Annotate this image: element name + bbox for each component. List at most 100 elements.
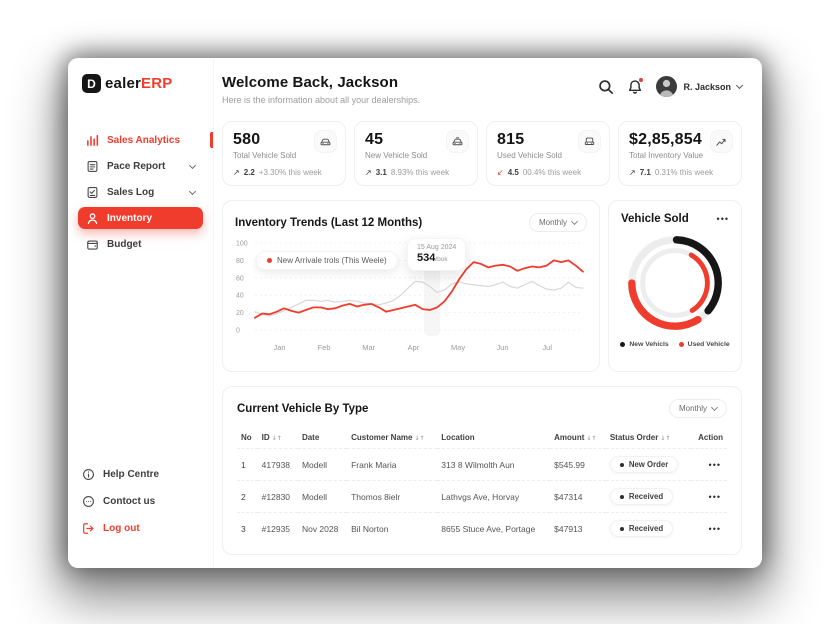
vehicle-table: NoID↓↑DateCustomer Name↓↑LocationAmount↓… <box>237 427 727 544</box>
row-actions-icon[interactable]: ••• <box>707 460 723 470</box>
stat-trend: ↗ 7.1 0.31% this week <box>629 168 731 177</box>
column-header-customer-name[interactable]: Customer Name↓↑ <box>347 427 437 449</box>
sidebar-footer-item-log-out[interactable]: Log out <box>82 518 199 538</box>
vehicle-sold-card: Vehicle Sold ••• New Vehicls Used Vehicl… <box>608 200 742 372</box>
sidebar-footer-item-help-centre[interactable]: Help Centre <box>82 464 199 484</box>
page-subtitle: Here is the information about all your d… <box>222 95 420 105</box>
report-icon <box>86 160 99 173</box>
logo-icon: D <box>82 74 101 93</box>
sidebar-item-sales-log[interactable]: Sales Log <box>78 181 203 203</box>
topbar: Welcome Back, Jackson Here is the inform… <box>222 74 742 105</box>
column-header-date: Date <box>298 427 347 449</box>
budget-icon <box>86 238 99 251</box>
app-window: D ealerERP Sales Analytics Pace Report <box>68 58 762 568</box>
row-actions-icon[interactable]: ••• <box>707 492 723 502</box>
column-header-id[interactable]: ID↓↑ <box>258 427 298 449</box>
stat-cards: 580 Total Vehicle Sold ↗ 2.2 +3.30% this… <box>222 121 742 186</box>
chevron-down-icon <box>190 165 195 168</box>
stat-card-used-vehicle-sold: 815 Used Vehicle Sold ↙ 4.5 00.4% this w… <box>486 121 610 186</box>
svg-text:Jul: Jul <box>542 343 552 352</box>
table-row-3: 3 #12935 Nov 2028 Bil Norton 8655 Stuce … <box>237 513 727 545</box>
sort-icon: ↓↑ <box>586 435 596 442</box>
sort-icon: ↓↑ <box>414 435 424 442</box>
legend-dot <box>679 342 684 347</box>
legend-item: New Vehicls <box>620 341 668 348</box>
help-icon <box>82 468 95 481</box>
legend-dot <box>267 258 272 263</box>
car-new-icon <box>446 130 469 153</box>
stat-card-total-inventory-value: $2,85,854 Total Inventory Value ↗ 7.1 0.… <box>618 121 742 186</box>
sidebar-item-inventory[interactable]: Inventory <box>78 207 203 229</box>
column-header-status-order[interactable]: Status Order↓↑ <box>606 427 691 449</box>
chevron-down-icon <box>736 82 743 89</box>
table-row-2: 2 #12830 Modell Thomos 8ielr Lathvgs Ave… <box>237 481 727 513</box>
status-badge: Received <box>610 520 673 537</box>
svg-text:40: 40 <box>236 293 244 300</box>
svg-text:100: 100 <box>236 240 248 247</box>
app-name: ealerERP <box>105 75 173 92</box>
stat-card-total-vehicle-sold: 580 Total Vehicle Sold ↗ 2.2 +3.30% this… <box>222 121 346 186</box>
svg-text:Jan: Jan <box>274 343 286 352</box>
sidebar-item-budget[interactable]: Budget <box>78 233 203 255</box>
trend-arrow-icon: ↙ <box>497 168 504 177</box>
chart-tooltip: 15 Aug 2024 534/bok <box>407 238 466 271</box>
chevron-down-icon <box>571 218 578 225</box>
legend-item: Used Vehicle <box>679 341 730 348</box>
chevron-down-icon <box>711 404 718 411</box>
sidebar: D ealerERP Sales Analytics Pace Report <box>68 58 214 568</box>
inventory-trends-card: Inventory Trends (Last 12 Months) Monthl… <box>222 200 600 372</box>
avatar <box>656 76 677 97</box>
log-icon <box>86 186 99 199</box>
svg-text:80: 80 <box>236 258 244 265</box>
sort-icon: ↓↑ <box>660 435 670 442</box>
app-logo: D ealerERP <box>68 74 213 93</box>
stat-trend: ↗ 2.2 +3.30% this week <box>233 168 335 177</box>
svg-text:Feb: Feb <box>318 343 331 352</box>
column-header-no: No <box>237 427 258 449</box>
analytics-icon <box>86 134 99 147</box>
sidebar-item-sales-analytics[interactable]: Sales Analytics <box>78 129 203 151</box>
legend-dot <box>620 342 625 347</box>
sidebar-footer-item-contoct-us[interactable]: Contoct us <box>82 491 199 511</box>
svg-text:May: May <box>451 343 465 352</box>
chevron-down-icon <box>190 191 195 194</box>
stat-trend: ↗ 3.1 8.93% this week <box>365 168 467 177</box>
trend-arrow-icon: ↗ <box>629 168 636 177</box>
svg-text:0: 0 <box>236 327 240 334</box>
charts-row: Inventory Trends (Last 12 Months) Monthl… <box>222 200 742 372</box>
trend-arrow-icon: ↗ <box>365 168 372 177</box>
person-icon <box>86 212 99 225</box>
trends-legend: New Arrivale trols (This Weele) <box>256 251 398 270</box>
user-name: R. Jackson <box>683 82 731 92</box>
svg-text:Mar: Mar <box>362 343 375 352</box>
vehicle-table-card: Current Vehicle By Type Monthly NoID↓↑Da… <box>222 386 742 555</box>
column-header-location: Location <box>437 427 550 449</box>
row-actions-icon[interactable]: ••• <box>707 524 723 534</box>
stat-trend: ↙ 4.5 00.4% this week <box>497 168 599 177</box>
sidebar-item-pace-report[interactable]: Pace Report <box>78 155 203 177</box>
table-period-select[interactable]: Monthly <box>669 399 727 418</box>
desktop-background: D ealerERP Sales Analytics Pace Report <box>0 0 830 624</box>
column-header-action: Action <box>691 427 728 449</box>
more-options-icon[interactable]: ••• <box>717 216 729 222</box>
topbar-actions: R. Jackson <box>598 76 742 97</box>
table-title: Current Vehicle By Type <box>237 403 368 415</box>
search-icon[interactable] <box>598 79 614 95</box>
vehicle-sold-title: Vehicle Sold <box>621 213 689 225</box>
vehicle-sold-donut-chart <box>621 229 729 337</box>
column-header-amount[interactable]: Amount↓↑ <box>550 427 606 449</box>
table-header-row: NoID↓↑DateCustomer Name↓↑LocationAmount↓… <box>237 427 727 449</box>
sort-icon: ↓↑ <box>272 435 282 442</box>
notifications-bell-icon[interactable] <box>627 79 643 95</box>
trends-title: Inventory Trends (Last 12 Months) <box>235 217 422 229</box>
user-menu[interactable]: R. Jackson <box>656 76 742 97</box>
trend-arrow-icon: ↗ <box>233 168 240 177</box>
status-badge: Received <box>610 488 673 505</box>
svg-text:Apr: Apr <box>408 343 420 352</box>
svg-text:60: 60 <box>236 275 244 282</box>
sidebar-nav: Sales Analytics Pace Report Sales Log In… <box>68 129 213 255</box>
status-badge: New Order <box>610 456 678 473</box>
trends-period-select[interactable]: Monthly <box>529 213 587 232</box>
logout-icon <box>82 522 95 535</box>
chat-icon <box>82 495 95 508</box>
